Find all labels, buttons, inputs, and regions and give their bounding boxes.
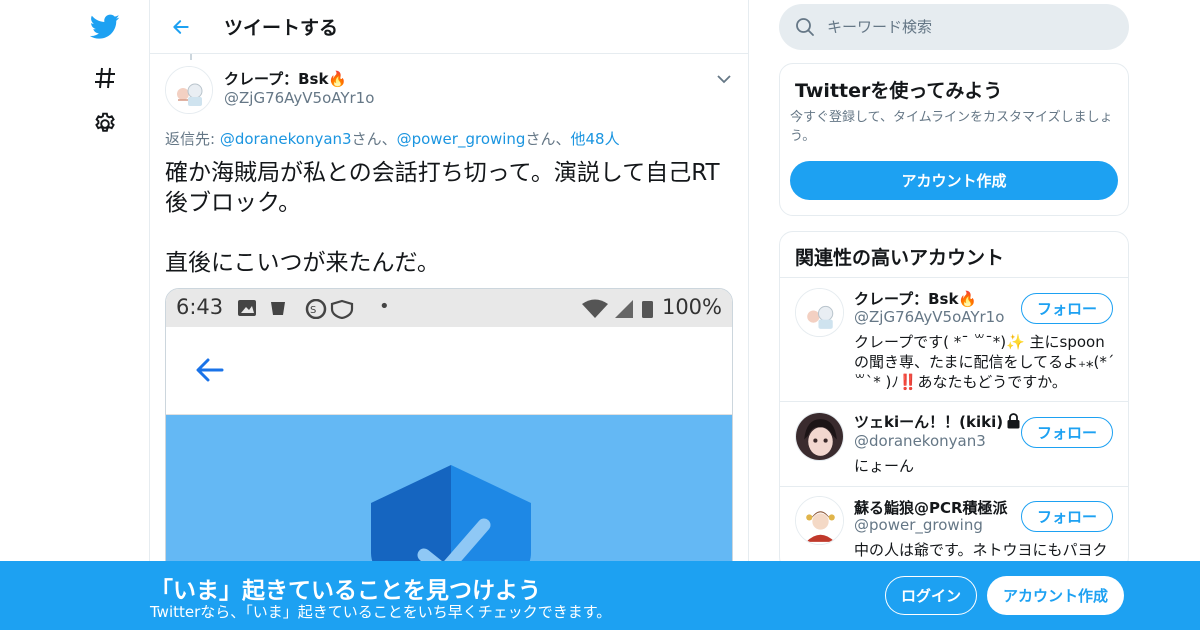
back-button[interactable] — [164, 10, 198, 44]
gear-icon[interactable] — [88, 107, 122, 141]
tweet-text: 確か海賊局が私との会話打ち切って。演説して自己RT 後ブロック。 直後にこいつが… — [165, 158, 740, 278]
main-column: ツイートする クレープ：Bsk🔥 @ZjG76AyV5oAYr1o 返信先: @… — [149, 0, 749, 630]
account-handle[interactable]: @power_growing — [854, 516, 983, 534]
account-name-text: ツェkiーん！！(kiki) — [854, 413, 1004, 431]
search-icon — [796, 18, 814, 36]
tweet-header: クレープ：Bsk🔥 @ZjG76AyV5oAYr1o — [165, 66, 735, 114]
follow-button[interactable]: フォロー — [1021, 293, 1113, 324]
thread-connector-line — [190, 54, 192, 60]
login-button[interactable]: ログイン — [885, 576, 977, 615]
twitter-bird-icon[interactable] — [88, 10, 122, 44]
account-bio: 中の人は爺です。ネトウヨにもパヨク — [854, 541, 1108, 559]
page-title: ツイートする — [224, 17, 339, 39]
bottom-bar-subtitle: Twitterなら、「いま」起きていることをいち早くチェックできます。 — [150, 603, 612, 621]
reply-link-doranekonyan3[interactable]: @doranekonyan3 — [220, 130, 352, 148]
phone-back-arrow-icon — [196, 358, 224, 382]
tweet-text-line: 後ブロック。 — [165, 190, 302, 216]
replying-to: 返信先: @doranekonyan3さん、@power_growingさん、他… — [165, 128, 620, 149]
account-handle[interactable]: @ZjG76AyV5oAYr1o — [854, 308, 1004, 326]
related-account-item[interactable]: クレープ：Bsk🔥 @ZjG76AyV5oAYr1o クレープです( *¯ ꒳¯… — [780, 278, 1128, 402]
back-arrow-icon — [173, 19, 189, 34]
replying-prefix: 返信先: — [165, 130, 220, 148]
create-account-button[interactable]: アカウント作成 — [790, 161, 1118, 200]
phone-battery-level: 100% — [661, 295, 722, 319]
status-signal-icons — [582, 299, 653, 318]
signup-card: Twitterを使ってみよう 今すぐ登録して、タイムラインをカスタマイズしましょ… — [779, 63, 1129, 216]
lock-icon — [1007, 413, 1020, 429]
tweet-text-line: 確か海賊局が私との会話打ち切って。演説して自己RT — [165, 160, 720, 186]
left-nav — [0, 0, 150, 630]
phone-time: 6:43 — [176, 295, 224, 319]
page-header: ツイートする — [150, 0, 748, 54]
svg-text:S: S — [310, 305, 316, 316]
phone-status-bar: 6:43 S • 100% — [166, 289, 732, 327]
tweet-media-image[interactable]: 6:43 S • 100% — [165, 288, 733, 588]
follow-button[interactable]: フォロー — [1021, 501, 1113, 532]
account-name[interactable]: 蘇る鮨狼@PCR積極派 — [854, 497, 1008, 518]
account-name[interactable]: クレープ：Bsk🔥 — [854, 288, 977, 309]
status-dot: • — [379, 296, 390, 317]
search-input[interactable] — [827, 4, 1117, 50]
signup-card-description: 今すぐ登録して、タイムラインをカスタマイズしましょう。 — [790, 110, 1113, 144]
related-accounts-card: 関連性の高いアカウント クレープ：Bsk🔥 @ZjG76AyV5oAYr1o ク… — [779, 231, 1129, 571]
avatar[interactable] — [795, 412, 844, 461]
related-accounts-title: 関連性の高いアカウント — [795, 247, 1005, 269]
phone-app-bar — [166, 327, 732, 415]
reply-link-power-growing[interactable]: @power_growing — [397, 130, 526, 148]
tweet-text-line: 直後にこいつが来たんだ。 — [165, 250, 440, 276]
author-name[interactable]: クレープ：Bsk🔥 — [224, 68, 347, 89]
avatar[interactable] — [795, 288, 844, 337]
reply-suffix: さん、 — [351, 130, 397, 148]
related-account-item[interactable]: 蘇る鮨狼@PCR積極派 @power_growing 中の人は爺です。ネトウヨに… — [780, 487, 1128, 570]
tweet-text-line — [165, 218, 740, 248]
reply-suffix: さん、 — [525, 130, 571, 148]
hashtag-icon[interactable] — [88, 61, 122, 95]
follow-button[interactable]: フォロー — [1021, 417, 1113, 448]
account-bio: にょーん — [854, 457, 915, 475]
search-box[interactable] — [779, 4, 1129, 50]
author-avatar[interactable] — [165, 66, 213, 114]
signup-card-title: Twitterを使ってみよう — [795, 80, 1003, 102]
bottom-bar-title: 「いま」起きていることを見つけよう — [150, 578, 541, 604]
bottom-signup-bar: 「いま」起きていることを見つけよう Twitterなら、「いま」起きていることを… — [0, 561, 1200, 630]
reply-link-others[interactable]: 他48人 — [570, 130, 619, 148]
author-handle[interactable]: @ZjG76AyV5oAYr1o — [224, 89, 374, 107]
signup-button[interactable]: アカウント作成 — [987, 576, 1124, 615]
account-handle[interactable]: @doranekonyan3 — [854, 432, 986, 450]
account-bio: クレープです( *¯ ꒳¯*)✨ 主にspoonの聞き専、たまに配信をしてるよ₊… — [854, 333, 1115, 391]
related-account-item[interactable]: ツェkiーん！！(kiki) @doranekonyan3 にょーん フォロー — [780, 402, 1128, 487]
account-name[interactable]: ツェkiーん！！(kiki) — [854, 411, 1021, 432]
avatar[interactable] — [795, 496, 844, 545]
chevron-down-icon[interactable] — [713, 68, 735, 90]
status-notification-icons: S — [238, 299, 354, 319]
